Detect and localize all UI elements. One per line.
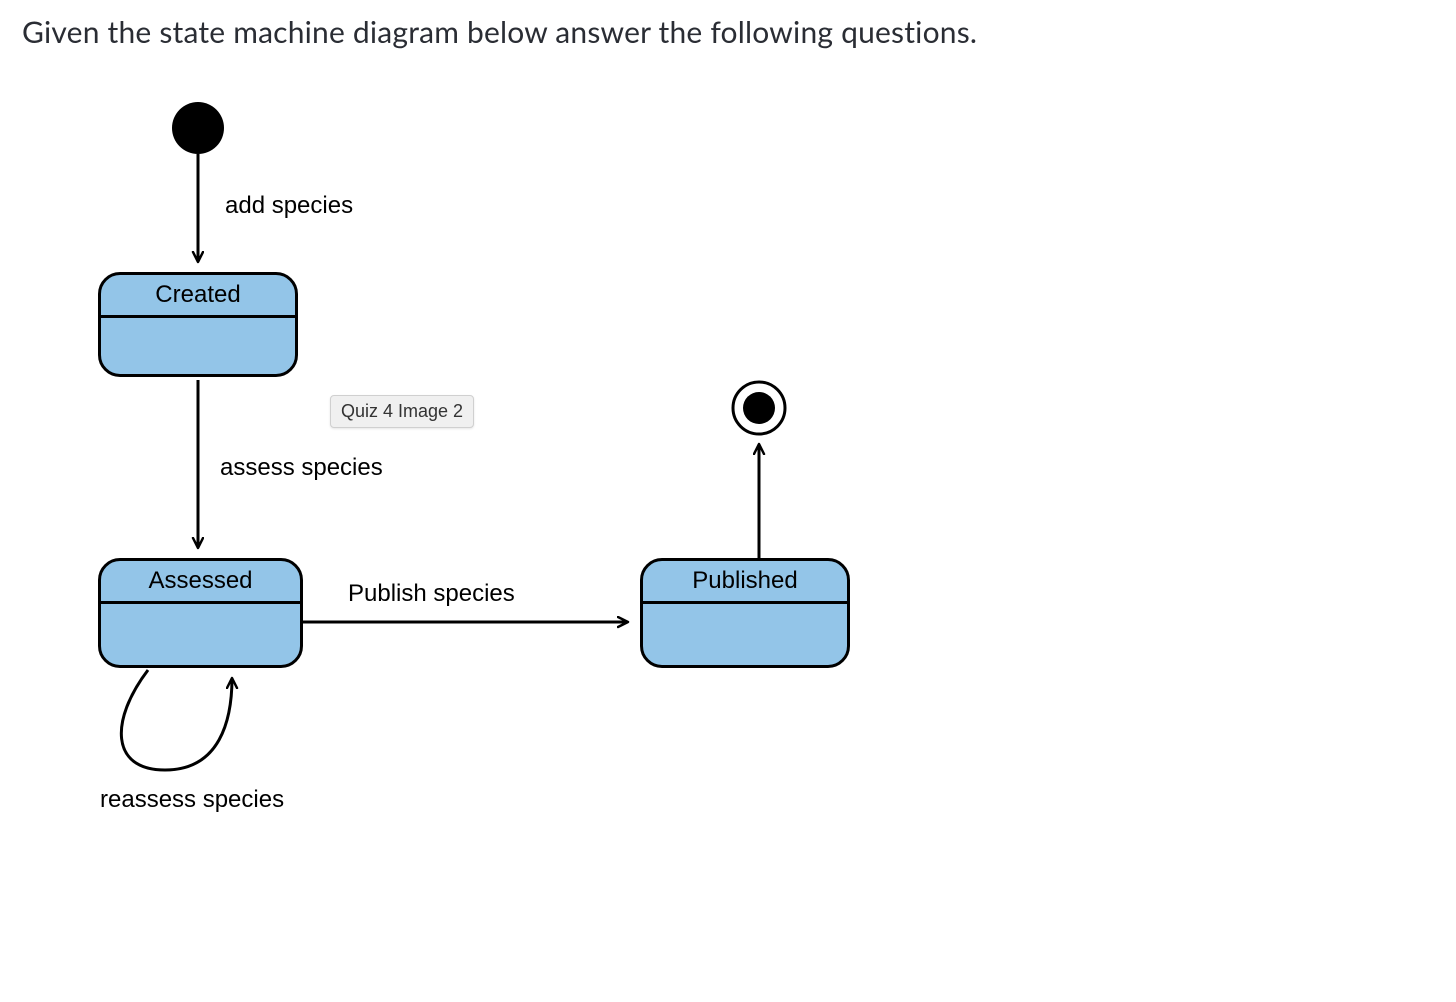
final-state-icon <box>733 382 785 434</box>
state-divider <box>101 601 300 604</box>
transition-label-assess-species: assess species <box>220 454 383 482</box>
state-published: Published <box>640 558 850 668</box>
state-assessed: Assessed <box>98 558 303 668</box>
transition-label-add-species: add species <box>225 192 353 220</box>
state-machine-diagram <box>0 0 1456 1002</box>
question-prompt: Given the state machine diagram below an… <box>22 14 977 50</box>
initial-state-icon <box>172 102 224 154</box>
state-divider <box>643 601 847 604</box>
state-created: Created <box>98 272 298 377</box>
state-published-label: Published <box>643 567 847 595</box>
state-created-label: Created <box>101 281 295 309</box>
transition-arrow-reassess-species <box>121 670 232 770</box>
transition-label-publish-species: Publish species <box>348 580 515 608</box>
transition-label-reassess-species: reassess species <box>100 786 284 814</box>
state-divider <box>101 315 295 318</box>
state-assessed-label: Assessed <box>101 567 300 595</box>
image-tooltip: Quiz 4 Image 2 <box>330 395 474 428</box>
